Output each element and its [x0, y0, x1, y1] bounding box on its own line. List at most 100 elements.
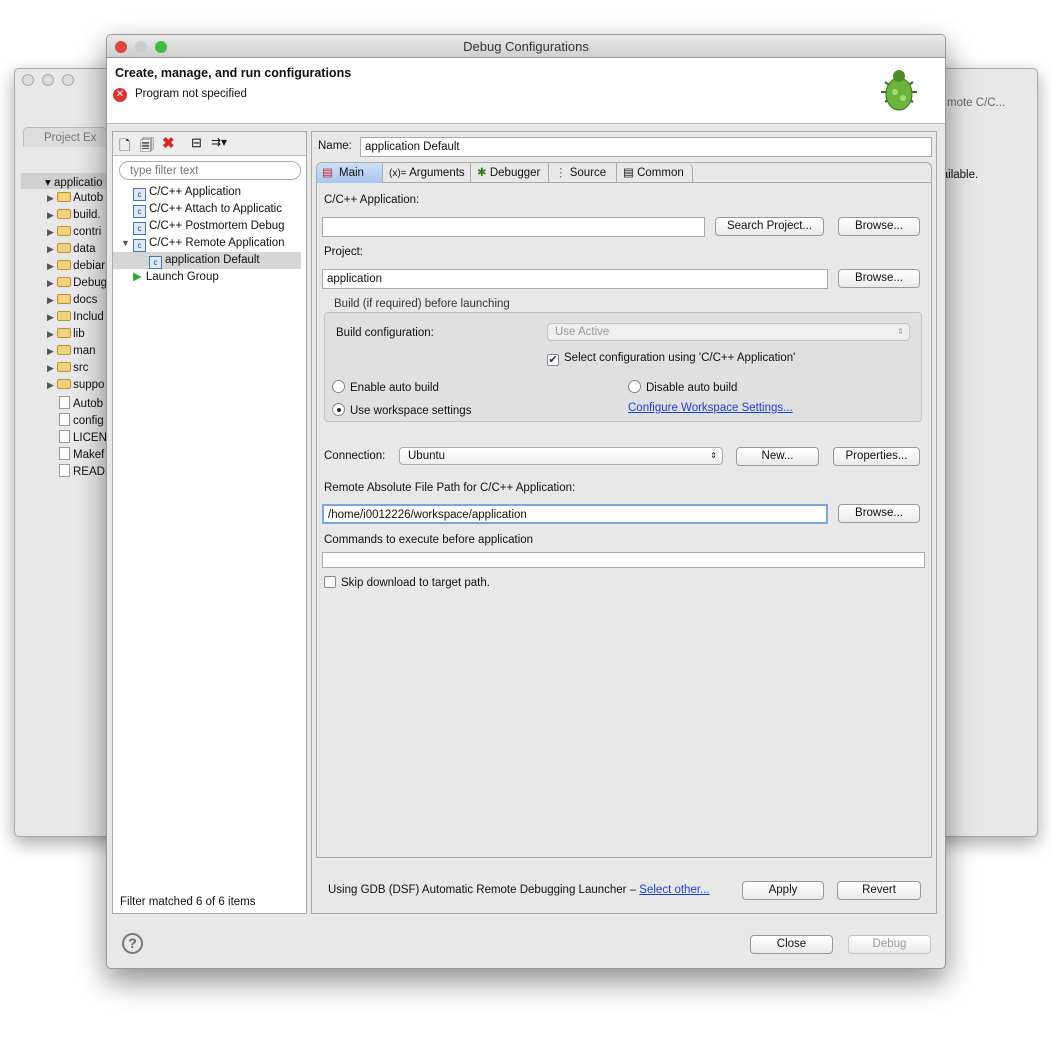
name-input[interactable]: application Default — [360, 137, 932, 157]
delete-icon[interactable]: ✖ — [162, 134, 175, 152]
project-tree-item[interactable]: ▶ lib — [47, 328, 85, 340]
expand-arrow-icon[interactable]: ▶ — [47, 363, 54, 373]
minimize-light[interactable] — [42, 74, 54, 86]
disable-auto-build-radio[interactable]: Disable auto build — [628, 380, 737, 394]
close-dialog-button[interactable]: Close — [750, 935, 833, 954]
apply-button[interactable]: Apply — [742, 881, 824, 900]
select-config-checkbox[interactable]: ✔ Select configuration using 'C/C++ Appli… — [547, 352, 795, 366]
app-input[interactable] — [322, 217, 705, 237]
project-tree-item[interactable]: ▶ suppo — [47, 379, 104, 391]
project-tree-item[interactable]: ▶ man — [47, 345, 96, 357]
expand-arrow-icon[interactable]: ▶ — [47, 244, 54, 254]
project-tree-item[interactable]: config — [47, 413, 104, 427]
new-configuration-icon[interactable]: 🗋 — [119, 135, 130, 159]
zoom-button[interactable] — [155, 41, 167, 53]
build-group-label: Build (if required) before launching — [334, 298, 510, 310]
tab-common[interactable]: ▤ Common — [617, 163, 693, 183]
project-tree-item[interactable]: READM — [47, 464, 115, 478]
launch-group-icon: ▶ — [133, 271, 142, 283]
project-tree-item[interactable]: ▶ Debug — [47, 277, 107, 289]
expand-arrow-icon[interactable]: ▶ — [47, 261, 54, 271]
project-tree-item[interactable]: LICENS — [47, 430, 115, 444]
collapse-all-icon[interactable]: ⊟ — [191, 135, 202, 151]
tree-item[interactable]: c C/C++ Postmortem Debug — [133, 218, 285, 235]
new-connection-button[interactable]: New... — [736, 447, 819, 466]
right-panel-text: vailable. — [936, 169, 979, 181]
expand-arrow-icon[interactable]: ▶ — [47, 329, 54, 339]
expand-arrow-icon[interactable]: ▶ — [47, 295, 54, 305]
expand-arrow-icon[interactable]: ▶ — [47, 346, 54, 356]
minimize-button[interactable] — [135, 41, 147, 53]
source-icon: ⋮ — [555, 167, 567, 179]
app-label: C/C++ Application: — [324, 194, 420, 206]
title-bar: Debug Configurations — [107, 35, 945, 58]
tab-main[interactable]: ▤ Main — [317, 163, 383, 183]
bug-icon — [877, 64, 921, 114]
search-project-button[interactable]: Search Project... — [715, 217, 824, 236]
project-input[interactable]: application — [322, 269, 828, 289]
c-config-icon: c — [133, 188, 146, 201]
tree-item[interactable]: c C/C++ Attach to Applicatic — [133, 201, 282, 218]
tree-item[interactable]: ▶ Launch Group — [133, 269, 219, 286]
project-explorer-tab[interactable]: Project Ex — [23, 127, 107, 147]
tree-item-root[interactable]: ▾ applicatio — [45, 175, 103, 189]
select-other-link[interactable]: Select other... — [639, 884, 709, 896]
tab-debugger[interactable]: ✱ Debugger — [471, 163, 549, 183]
project-tree-item[interactable]: ▶ data — [47, 243, 96, 255]
enable-auto-build-radio[interactable]: Enable auto build — [332, 380, 439, 394]
collapse-arrow-icon[interactable]: ▼ — [121, 235, 130, 252]
folder-icon — [57, 226, 72, 236]
commands-input[interactable] — [322, 552, 925, 568]
browse-project-button[interactable]: Browse... — [838, 269, 920, 288]
project-tree-item[interactable]: Autob — [47, 396, 103, 410]
configuration-tree-panel: 🗋 🗐 ✖ ⊟ ⇉▾ cC/C++ ApplicationcC/C++ Atta… — [112, 131, 307, 914]
filter-icon[interactable]: ⇉▾ — [211, 135, 227, 149]
connection-select[interactable]: Ubuntu ⇕ — [399, 447, 723, 465]
project-tree-item[interactable]: ▶ docs — [47, 294, 97, 306]
duplicate-icon[interactable]: 🗐 — [140, 135, 154, 159]
project-tree-item[interactable]: ▶ src — [47, 362, 88, 374]
tree-item[interactable]: c application Default — [113, 252, 301, 269]
folder-icon — [57, 294, 72, 304]
project-tree-item[interactable]: ▶ debiar — [47, 260, 105, 272]
revert-button[interactable]: Revert — [837, 881, 921, 900]
expand-arrow-icon[interactable]: ▶ — [47, 312, 54, 322]
expand-arrow-icon[interactable]: ▶ — [47, 210, 54, 220]
tree-item[interactable]: ▼ c C/C++ Remote Application — [121, 235, 285, 252]
remote-path-input[interactable]: /home/i0012226/workspace/application — [322, 504, 828, 524]
tree-item[interactable]: c C/C++ Application — [133, 184, 241, 201]
project-tree-item[interactable]: Makef — [47, 447, 104, 461]
project-tree-item[interactable]: ▶ contri — [47, 226, 101, 238]
expand-arrow-icon[interactable]: ▶ — [47, 380, 54, 390]
debug-configurations-dialog: Debug Configurations Create, manage, and… — [106, 34, 946, 969]
close-button[interactable] — [115, 41, 127, 53]
error-icon: ✕ — [113, 88, 127, 102]
expand-arrow-icon[interactable]: ▶ — [47, 278, 54, 288]
skip-download-checkbox[interactable]: Skip download to target path. — [324, 576, 490, 589]
c-config-icon: c — [133, 222, 146, 235]
tab-arguments[interactable]: (x)= Arguments — [383, 163, 471, 183]
filter-input[interactable] — [119, 161, 301, 180]
expand-arrow-icon[interactable]: ▶ — [47, 227, 54, 237]
use-workspace-settings-radio[interactable]: Use workspace settings — [332, 403, 471, 417]
folder-icon — [57, 243, 72, 253]
debugger-icon: ✱ — [477, 167, 487, 179]
tab-source[interactable]: ⋮ Source — [549, 163, 617, 183]
browse-remote-button[interactable]: Browse... — [838, 504, 920, 523]
project-tree-item[interactable]: ▶ Autob — [47, 192, 103, 204]
tree-toolbar: 🗋 🗐 ✖ ⊟ ⇉▾ — [113, 132, 306, 156]
c-config-icon: c — [133, 205, 146, 218]
expand-arrow-icon[interactable]: ▶ — [47, 193, 54, 203]
file-icon — [59, 447, 70, 460]
browse-app-button[interactable]: Browse... — [838, 217, 920, 236]
project-tree-item[interactable]: ▶ build. — [47, 209, 101, 221]
zoom-light[interactable] — [62, 74, 74, 86]
project-tree-item[interactable]: ▶ Includ — [47, 311, 104, 323]
close-light[interactable] — [22, 74, 34, 86]
build-config-select[interactable]: Use Active ⇕ — [547, 323, 910, 341]
help-icon[interactable]: ? — [122, 933, 143, 954]
folder-icon — [57, 379, 72, 389]
folder-icon — [57, 328, 72, 338]
properties-button[interactable]: Properties... — [833, 447, 920, 466]
configure-workspace-settings-link[interactable]: Configure Workspace Settings... — [628, 402, 793, 414]
